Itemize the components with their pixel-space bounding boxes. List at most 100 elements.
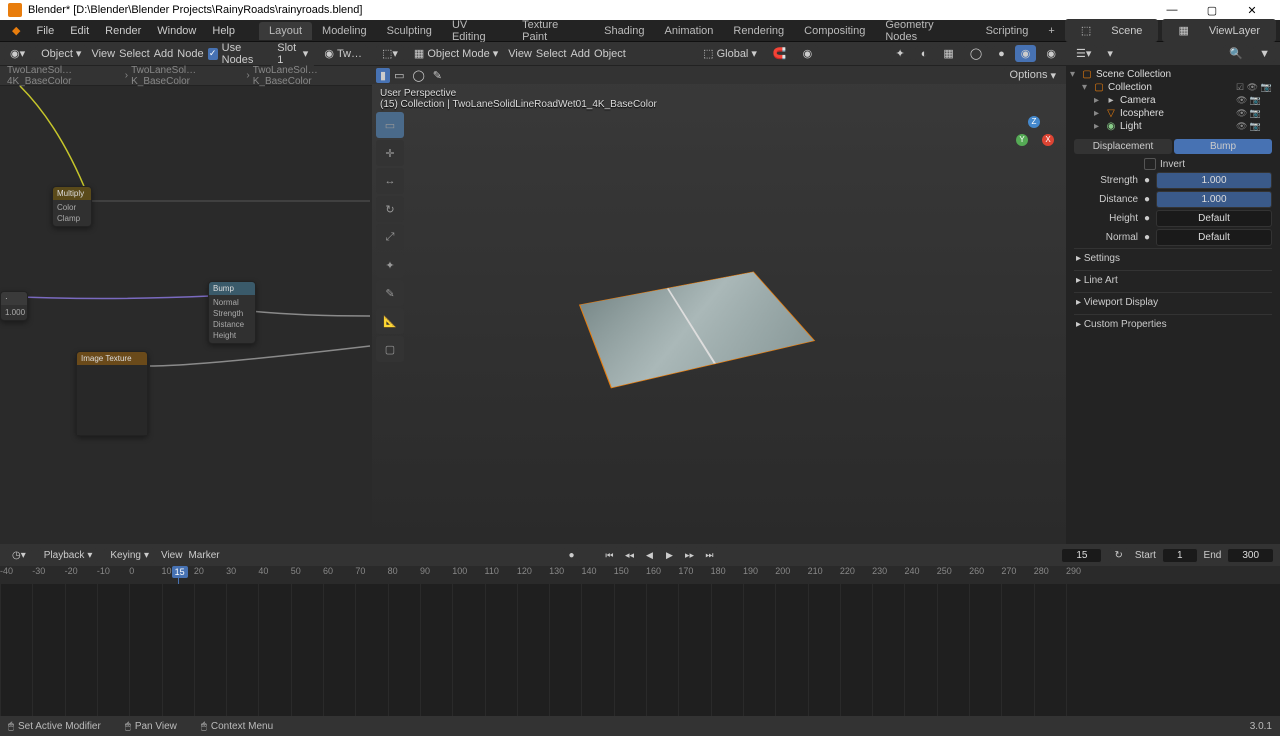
start-frame[interactable]: 1 — [1162, 548, 1198, 563]
outliner-icosphere[interactable]: ▸▽Icosphere 👁 📷 — [1070, 107, 1276, 120]
outliner-display[interactable]: ▾ — [1101, 45, 1119, 62]
timeline-playback[interactable]: Playback▾ — [38, 548, 99, 563]
snap-toggle[interactable]: 🧲 — [767, 45, 793, 62]
node-menu-select[interactable]: Select — [119, 48, 150, 60]
gizmo-toggle[interactable]: ✦ — [890, 45, 911, 62]
workspace-tab-texpaint[interactable]: Texture Paint — [512, 16, 594, 46]
viewport-editor-type[interactable]: ⬚▾ — [376, 45, 404, 62]
keyframe-next[interactable]: ▸▸ — [680, 547, 698, 563]
vp-menu-object[interactable]: Object — [594, 48, 626, 60]
workspace-tab-geonodes[interactable]: Geometry Nodes — [875, 16, 975, 46]
viewport-select-toggle[interactable]: ▮ ▭ ◯ ✎ Options▾ — [372, 66, 1066, 84]
outliner-collection[interactable]: ▾▢Collection ☑ 👁 📷 — [1070, 81, 1276, 94]
workspace-tab-add[interactable]: + — [1038, 22, 1064, 40]
autokey-toggle[interactable]: ● — [562, 548, 580, 563]
viewlayer-selector[interactable]: ▦ ViewLayer — [1162, 19, 1276, 42]
prop-custom[interactable]: ▸ Custom Properties — [1074, 314, 1272, 334]
shading-wireframe[interactable]: ◯ — [964, 45, 988, 62]
prop-settings[interactable]: ▸ Settings — [1074, 248, 1272, 268]
outliner-camera[interactable]: ▸▸Camera 👁 📷 — [1070, 94, 1276, 107]
node-menu-node[interactable]: Node — [177, 48, 203, 60]
outliner-scene-collection[interactable]: ▾▢Scene Collection — [1070, 68, 1276, 81]
viewport-3d[interactable]: ⬚▾ ▦ Object Mode▾ View Select Add Object… — [372, 42, 1066, 544]
workspace-tab-compositing[interactable]: Compositing — [794, 22, 875, 40]
jump-end[interactable]: ⏭ — [700, 547, 718, 563]
minimize-button[interactable]: — — [1152, 4, 1192, 16]
timeline-tracks[interactable] — [0, 584, 1280, 716]
node-editor[interactable]: ◉▾ Object▾ View Select Add Node ✓Use Nod… — [0, 42, 372, 544]
jump-start[interactable]: ⏮ — [600, 547, 618, 563]
menu-edit[interactable]: Edit — [62, 22, 97, 40]
properties-panel[interactable]: Displacement Bump Invert Strength●1.000 … — [1066, 135, 1280, 544]
node-menu-add[interactable]: Add — [154, 48, 174, 60]
workspace-tab-layout[interactable]: Layout — [259, 22, 312, 40]
tool-measure[interactable]: 📐 — [376, 308, 404, 334]
outliner[interactable]: ☰▾ ▾ 🔍 ▼ ▾▢Scene Collection ▾▢Collection… — [1066, 42, 1280, 135]
outliner-search[interactable]: 🔍 — [1223, 45, 1249, 62]
node-multiply[interactable]: Multiply ColorClamp — [52, 186, 92, 227]
prop-tab-bump[interactable]: Bump — [1174, 139, 1272, 154]
use-nodes-checkbox[interactable]: ✓Use Nodes — [208, 42, 268, 66]
timeline-menu-view[interactable]: View — [161, 550, 183, 561]
editor-type-dropdown[interactable]: ◉▾ — [4, 45, 31, 62]
mode-dropdown[interactable]: ▦ Object Mode▾ — [408, 45, 504, 62]
scene-selector[interactable]: ⬚ Scene — [1065, 19, 1159, 42]
outliner-light[interactable]: ▸◉Light 👁 📷 — [1070, 120, 1276, 133]
breadcrumb-1[interactable]: TwoLaneSol… K_BaseColor — [128, 65, 246, 87]
shader-type-dropdown[interactable]: Object▾ — [35, 45, 87, 62]
outliner-mode[interactable]: ☰▾ — [1070, 45, 1097, 62]
prop-normal-value[interactable]: Default — [1156, 229, 1272, 246]
navigation-gizmo[interactable]: X Y Z — [1008, 112, 1058, 162]
close-button[interactable]: ✕ — [1232, 4, 1272, 17]
prop-strength-value[interactable]: 1.000 — [1156, 172, 1272, 189]
breadcrumb-0[interactable]: TwoLaneSol…4K_BaseColor — [4, 65, 125, 87]
tool-select[interactable]: ▭ — [376, 112, 404, 138]
menu-render[interactable]: Render — [97, 22, 149, 40]
workspace-tab-scripting[interactable]: Scripting — [976, 22, 1039, 40]
timeline-menu-marker[interactable]: Marker — [188, 550, 219, 561]
outliner-filter[interactable]: ▼ — [1253, 46, 1276, 62]
vp-menu-select[interactable]: Select — [536, 48, 567, 60]
current-frame[interactable]: 15 — [1061, 548, 1102, 563]
proportional-toggle[interactable]: ◉ — [797, 45, 819, 62]
vp-menu-view[interactable]: View — [508, 48, 532, 60]
tool-rotate[interactable]: ↻ — [376, 196, 404, 222]
prop-lineart[interactable]: ▸ Line Art — [1074, 270, 1272, 290]
workspace-tab-uv[interactable]: UV Editing — [442, 16, 512, 46]
shading-solid[interactable]: ● — [992, 46, 1011, 62]
prop-viewport-display[interactable]: ▸ Viewport Display — [1074, 292, 1272, 312]
menu-help[interactable]: Help — [204, 22, 243, 40]
prop-tab-displacement[interactable]: Displacement — [1074, 139, 1172, 154]
timeline[interactable]: ◷▾ Playback▾ Keying▾ View Marker ● ⏮ ◂◂ … — [0, 544, 1280, 716]
timeline-editor-type[interactable]: ◷▾ — [6, 548, 32, 563]
menu-window[interactable]: Window — [149, 22, 204, 40]
timeline-ruler[interactable]: -40-30-20-100102030405060708090100110120… — [0, 566, 1280, 584]
maximize-button[interactable]: ▢ — [1192, 4, 1232, 17]
tool-add[interactable]: ▢ — [376, 336, 404, 362]
shading-rendered[interactable]: ◉ — [1040, 45, 1062, 62]
end-frame[interactable]: 300 — [1227, 548, 1274, 563]
play-forward[interactable]: ▶ — [660, 547, 678, 563]
node-input[interactable]: ·1.000 — [0, 291, 28, 321]
node-image-texture[interactable]: Image Texture — [76, 351, 148, 436]
prop-height-value[interactable]: Default — [1156, 210, 1272, 227]
tool-scale[interactable]: ⤢ — [376, 224, 404, 250]
frame-sync[interactable]: ↻ — [1108, 548, 1128, 563]
shading-material[interactable]: ◉ — [1015, 45, 1037, 62]
node-bump[interactable]: Bump NormalStrengthDistanceHeight — [208, 281, 256, 344]
workspace-tab-animation[interactable]: Animation — [654, 22, 723, 40]
workspace-tab-sculpting[interactable]: Sculpting — [377, 22, 442, 40]
menu-file[interactable]: File — [28, 22, 62, 40]
options-dropdown[interactable]: Options▾ — [1004, 67, 1062, 84]
workspace-tab-shading[interactable]: Shading — [594, 22, 654, 40]
tool-transform[interactable]: ✦ — [376, 252, 404, 278]
workspace-tab-modeling[interactable]: Modeling — [312, 22, 377, 40]
overlay-toggle[interactable]: ◐ — [915, 46, 934, 62]
tool-cursor[interactable]: ✛ — [376, 140, 404, 166]
vp-menu-add[interactable]: Add — [570, 48, 590, 60]
tool-annotate[interactable]: ✎ — [376, 280, 404, 306]
orientation-dropdown[interactable]: ⬚ Global▾ — [697, 45, 763, 62]
play-reverse[interactable]: ◀ — [640, 547, 658, 563]
invert-checkbox[interactable] — [1144, 158, 1156, 170]
prop-distance-value[interactable]: 1.000 — [1156, 191, 1272, 208]
